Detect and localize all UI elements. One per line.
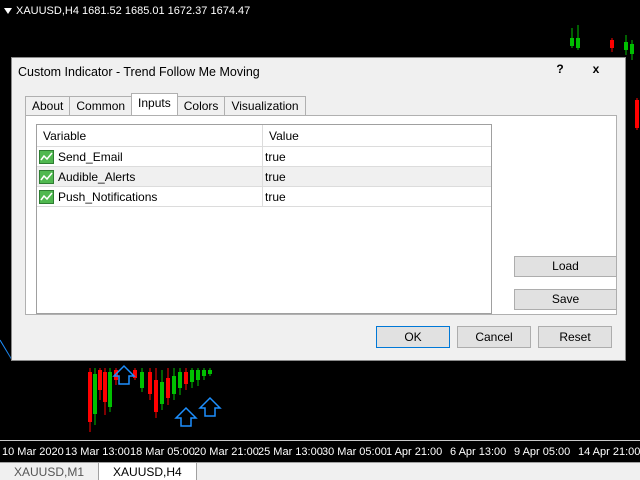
arrow-up-icon — [198, 396, 222, 417]
time-label: 25 Mar 13:00 — [258, 446, 323, 458]
value-cell[interactable]: true — [263, 190, 286, 204]
inputs-panel: Variable Value Send_Email true Audible_A… — [25, 115, 617, 315]
value-cell[interactable]: true — [263, 170, 286, 184]
table-header: Variable Value — [37, 125, 491, 147]
variable-name: Audible_Alerts — [58, 169, 136, 184]
variable-cell: Send_Email — [37, 146, 263, 167]
chart-symbol-header: XAUUSD,H4 1681.52 1685.01 1672.37 1674.4… — [4, 5, 250, 17]
column-header-value[interactable]: Value — [263, 125, 305, 146]
variable-cell: Push_Notifications — [37, 186, 263, 207]
chart-window-tabs: XAUUSD,M1 XAUUSD,H4 — [0, 462, 640, 480]
column-header-variable[interactable]: Variable — [37, 125, 263, 146]
tab-about[interactable]: About — [25, 96, 71, 115]
arrow-up-icon — [174, 406, 198, 427]
table-row[interactable]: Audible_Alerts true — [37, 166, 491, 187]
candles-bottom — [88, 368, 212, 432]
time-label: 20 Mar 21:00 — [194, 446, 259, 458]
time-label: 6 Apr 13:00 — [450, 446, 507, 458]
tab-colors[interactable]: Colors — [176, 96, 226, 115]
time-label: 18 Mar 05:00 — [130, 446, 195, 458]
time-label: 9 Apr 05:00 — [514, 446, 571, 458]
tab-common[interactable]: Common — [69, 96, 133, 115]
table-row[interactable]: Push_Notifications true — [37, 186, 491, 207]
table-row[interactable]: Send_Email true — [37, 146, 491, 167]
ok-button[interactable]: OK — [376, 326, 450, 348]
dialog-titlebar[interactable]: Custom Indicator - Trend Follow Me Movin… — [12, 58, 625, 85]
dialog-title: Custom Indicator - Trend Follow Me Movin… — [18, 64, 260, 79]
reset-button[interactable]: Reset — [538, 326, 612, 348]
symbol-quote-text: XAUUSD,H4 1681.52 1685.01 1672.37 1674.4… — [16, 5, 251, 17]
parameter-icon — [39, 189, 54, 204]
inputs-table: Variable Value Send_Email true Audible_A… — [36, 124, 492, 314]
time-axis: 10 Mar 2020 13 Mar 13:00 18 Mar 05:00 20… — [0, 440, 640, 462]
time-label: 1 Apr 21:00 — [386, 446, 443, 458]
variable-name: Push_Notifications — [58, 189, 158, 204]
save-button[interactable]: Save — [514, 289, 617, 310]
tab-visualization[interactable]: Visualization — [224, 96, 306, 115]
parameter-icon — [39, 169, 54, 184]
help-button[interactable]: ? — [550, 60, 570, 78]
custom-indicator-dialog: Custom Indicator - Trend Follow Me Movin… — [11, 57, 626, 361]
time-label: 10 Mar 2020 — [2, 446, 64, 458]
parameter-icon — [39, 149, 54, 164]
variable-cell: Audible_Alerts — [37, 166, 263, 187]
tab-inputs[interactable]: Inputs — [131, 93, 178, 115]
value-cell[interactable]: true — [263, 150, 286, 164]
time-label: 13 Mar 13:00 — [65, 446, 130, 458]
chart-tab-xauusd-h4[interactable]: XAUUSD,H4 — [99, 463, 197, 480]
dialog-tabs: About Common Inputs Colors Visualization — [25, 93, 306, 115]
time-label: 30 Mar 05:00 — [322, 446, 387, 458]
dropdown-triangle-icon — [4, 8, 12, 14]
close-button[interactable]: x — [586, 60, 606, 78]
variable-name: Send_Email — [58, 149, 123, 164]
chart-tab-xauusd-m1[interactable]: XAUUSD,M1 — [0, 463, 100, 480]
time-label: 14 Apr 21:00 — [578, 446, 640, 458]
cancel-button[interactable]: Cancel — [457, 326, 531, 348]
load-button[interactable]: Load — [514, 256, 617, 277]
